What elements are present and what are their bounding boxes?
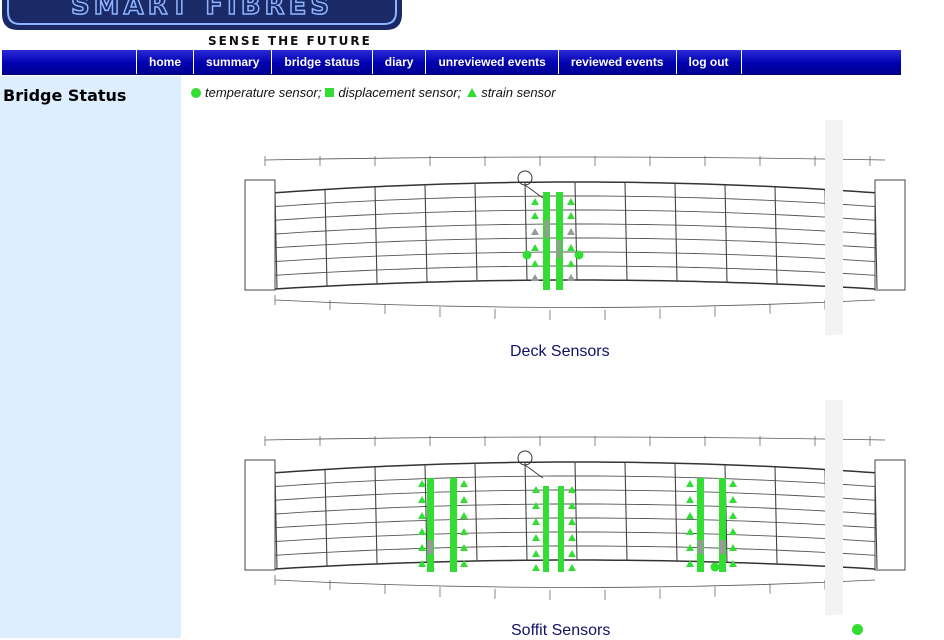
- legend-strain: strain sensor: [481, 85, 556, 100]
- nav-summary[interactable]: summary: [194, 50, 273, 74]
- strain-sensor-icon: [467, 88, 478, 97]
- nav-bridge-status[interactable]: bridge status: [272, 50, 373, 74]
- nav-reviewed-events[interactable]: reviewed events: [559, 50, 677, 74]
- legend-displacement: displacement sensor;: [338, 85, 462, 100]
- nav-log-out[interactable]: log out: [677, 50, 742, 74]
- nav-home[interactable]: home: [137, 50, 195, 74]
- smart-fibres-logo[interactable]: SMART FIBRES: [2, 0, 402, 30]
- main-nav: home summary bridge status diary unrevie…: [2, 50, 901, 75]
- sidebar: Bridge Status: [0, 76, 181, 638]
- nav-diary[interactable]: diary: [373, 50, 427, 74]
- soffit-sensors-caption: Soffit Sensors: [511, 622, 611, 639]
- logo-text: SMART FIBRES: [71, 0, 333, 21]
- deck-sensor-drawing: [205, 120, 943, 335]
- temperature-sensor-icon: [852, 624, 863, 635]
- legend-temperature: temperature sensor;: [205, 85, 322, 100]
- deck-sensor-markers[interactable]: [522, 192, 584, 290]
- nav-unreviewed-events[interactable]: unreviewed events: [426, 50, 559, 74]
- temperature-sensor-icon: [191, 87, 201, 98]
- displacement-sensor-icon: [325, 88, 335, 97]
- sensor-legend: temperature sensor; displacement sensor;…: [191, 85, 556, 100]
- page-title: Bridge Status: [3, 86, 127, 105]
- deck-sensors-caption: Deck Sensors: [510, 343, 610, 360]
- tagline: SENSE THE FUTURE: [208, 34, 372, 48]
- soffit-sensor-drawing: [205, 400, 943, 615]
- nav-spacer: [2, 50, 137, 74]
